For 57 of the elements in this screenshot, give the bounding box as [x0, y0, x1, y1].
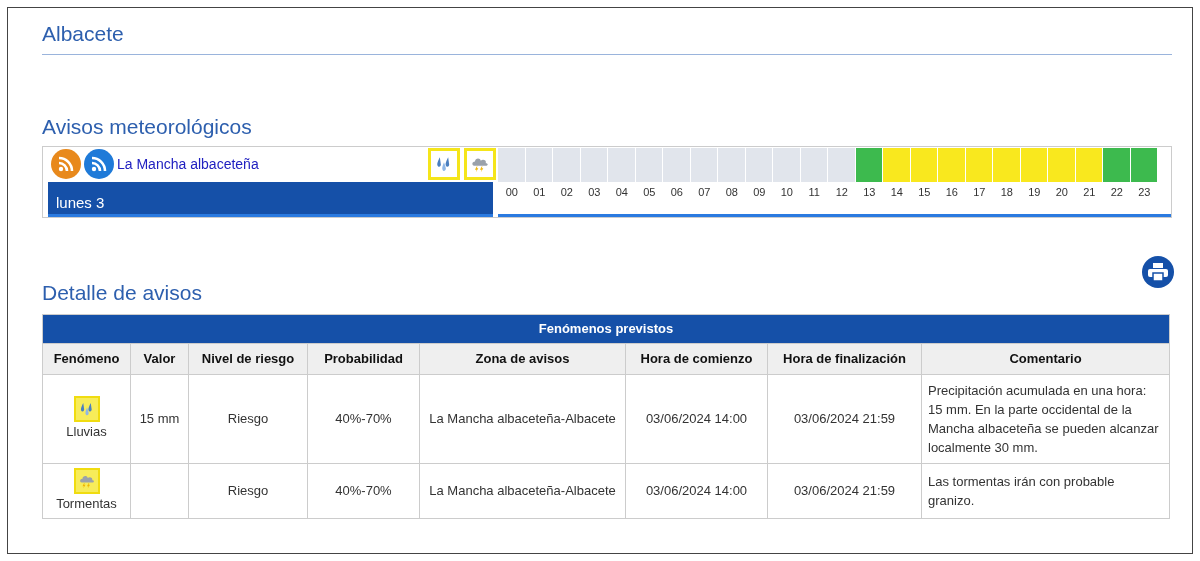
hour-label: 08 — [724, 185, 739, 200]
hour-label: 12 — [834, 185, 849, 200]
rss-feed-icon[interactable] — [84, 149, 114, 180]
table-cell: 03/06/2024 14:00 — [626, 375, 768, 463]
printer-icon — [1148, 263, 1168, 281]
table-cell: 40%-70% — [308, 375, 420, 463]
column-header: Probabilidad — [308, 344, 420, 374]
hour-label: 11 — [807, 185, 821, 200]
table-cell-text: Las tormentas irán con probable granizo. — [927, 472, 1116, 510]
table-cell: 03/06/2024 21:59 — [768, 464, 922, 518]
hour-label: 16 — [944, 185, 959, 200]
hour-label: 22 — [1109, 185, 1124, 200]
zone-link[interactable]: La Mancha albaceteña — [117, 153, 259, 175]
hour-label: 17 — [972, 185, 987, 200]
hour-label: 18 — [999, 185, 1014, 200]
column-header: Zona de avisos — [420, 344, 626, 374]
hour-label: 19 — [1027, 185, 1042, 200]
column-header: Comentario — [1008, 350, 1083, 369]
hour-label: 04 — [614, 185, 629, 200]
table-cell-text: Precipitación acumulada en una hora: 15 mm. En la parte occidental de la Mancha albaceteña se pueden alcanzar localmente 30 mm. — [927, 382, 1160, 457]
section-title: Detalle de avisos — [42, 279, 202, 306]
print-button[interactable] — [1142, 256, 1174, 288]
hour-label: 05 — [642, 185, 657, 200]
hour-label: 06 — [669, 185, 684, 200]
column-header: Hora de finalización — [768, 344, 922, 374]
hour-label: 20 — [1054, 185, 1069, 200]
hour-label: 21 — [1082, 185, 1097, 200]
hour-label: 14 — [889, 185, 904, 200]
hour-label: 23 — [1137, 185, 1152, 200]
day-label: lunes 3 — [48, 181, 493, 217]
column-header: Valor — [131, 344, 189, 374]
phenomenon-name: Tormentas — [56, 495, 117, 513]
rss-feed-icon[interactable] — [51, 149, 81, 180]
table-cell: 15 mm — [131, 375, 189, 463]
hour-label: 01 — [532, 185, 547, 200]
table-cell: 40%-70% — [308, 464, 420, 518]
hour-label: 15 — [917, 185, 932, 200]
table-cell: La Mancha albaceteña-Albacete — [420, 464, 626, 518]
hour-label: 09 — [752, 185, 767, 200]
column-header: Nivel de riesgo — [189, 344, 308, 374]
table-cell: Riesgo — [189, 375, 308, 463]
table-title: Fenómenos previstos — [43, 315, 1169, 343]
hour-label: 07 — [697, 185, 712, 200]
section-title: Avisos meteorológicos — [42, 113, 253, 140]
column-header: Fenómeno — [43, 344, 131, 374]
column-header: Hora de comienzo — [626, 344, 768, 374]
phenomenon-name: Lluvias — [66, 423, 107, 442]
hour-label: 02 — [559, 185, 574, 200]
hour-label: 00 — [504, 185, 519, 200]
hour-label: 13 — [862, 185, 877, 200]
hour-label: 03 — [587, 185, 602, 200]
page-title: Albacete — [42, 18, 1172, 55]
table-cell: La Mancha albaceteña-Albacete — [420, 375, 626, 463]
hour-label: 10 — [779, 185, 794, 200]
table-cell: 03/06/2024 14:00 — [626, 464, 768, 518]
table-cell: 03/06/2024 21:59 — [768, 375, 922, 463]
table-cell: Riesgo — [189, 464, 308, 518]
